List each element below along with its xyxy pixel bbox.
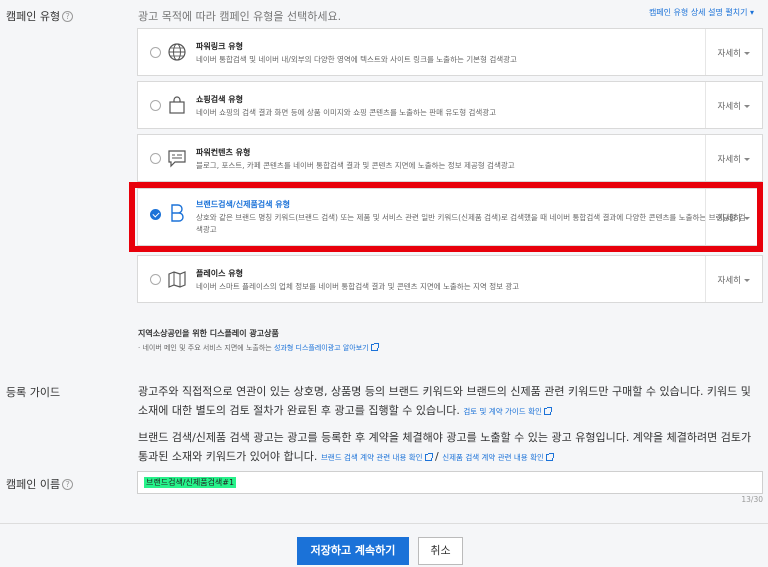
external-link-icon: [545, 453, 554, 461]
radio-place[interactable]: [150, 274, 161, 285]
option-powerlink[interactable]: 파워링크 유형 네이버 통합검색 및 네이버 내/외부의 다양한 영역에 텍스트…: [137, 28, 763, 76]
guide-paragraph-2: 브랜드 검색/신제품 검색 광고는 광고를 등록한 후 계약을 체결해야 광고를…: [138, 431, 752, 463]
campaign-name-label: 캠페인 이름?: [6, 476, 74, 492]
option-title: 쇼핑검색 유형: [196, 95, 243, 104]
map-icon: [168, 271, 186, 288]
guide-paragraph-1: 광고주와 직접적으로 연관이 있는 상호명, 상품명 등의 브랜드 키워드와 브…: [138, 385, 751, 417]
help-icon[interactable]: ?: [62, 11, 74, 22]
external-link-icon: [370, 343, 379, 351]
campaign-type-label: 캠페인 유형?: [6, 8, 74, 24]
option-powercontents[interactable]: 파워컨텐츠 유형 블로그, 포스트, 카페 콘텐츠를 네이버 통합검색 결과 및…: [137, 134, 763, 182]
local-display-desc: · 네이버 메인 및 주요 서비스 지면에 노출하는 성과형 디스플레이광고 알…: [138, 343, 379, 353]
char-counter: 13/30: [741, 495, 763, 504]
external-link-icon: [543, 407, 552, 415]
cancel-button[interactable]: 취소: [418, 537, 463, 565]
radio-powerlink[interactable]: [150, 47, 161, 58]
option-title: 플레이스 유형: [196, 269, 243, 278]
campaign-name-value: 브랜드검색/신제품검색#1: [144, 477, 237, 488]
save-continue-button[interactable]: 저장하고 계속하기: [297, 537, 409, 565]
chevron-down-icon: ▾: [749, 8, 754, 17]
more-button[interactable]: 자세히: [718, 274, 750, 286]
option-title: 파워링크 유형: [196, 42, 243, 51]
selection-highlight-box: [129, 182, 763, 252]
shopping-bag-icon: [169, 96, 185, 114]
display-ad-link[interactable]: 성과형 디스플레이광고 알아보기: [274, 343, 379, 352]
more-button[interactable]: 자세히: [718, 100, 750, 112]
brand-contract-link[interactable]: 브랜드 검색 계약 관련 내용 확인: [321, 453, 433, 462]
external-link-icon: [424, 453, 433, 461]
more-button[interactable]: 자세히: [718, 153, 750, 165]
local-display-title: 지역소상공인을 위한 디스플레이 광고상품: [138, 329, 279, 338]
option-place[interactable]: 플레이스 유형 네이버 스마트 플레이스의 업체 정보를 네이버 통합검색 결과…: [137, 255, 763, 303]
more-button[interactable]: 자세히: [718, 47, 750, 59]
globe-icon: [168, 43, 186, 61]
radio-powercontents[interactable]: [150, 153, 161, 164]
option-desc: 네이버 스마트 플레이스의 업체 정보를 네이버 통합검색 결과 및 콘텐츠 지…: [196, 282, 520, 291]
option-desc: 네이버 통합검색 및 네이버 내/외부의 다양한 영역에 텍스트와 사이트 링크…: [196, 55, 517, 64]
option-title: 파워컨텐츠 유형: [196, 148, 251, 157]
detail-expand-link[interactable]: 캠페인 유형 상세 설명 펼치기 ▾: [649, 7, 754, 18]
option-shopping[interactable]: 쇼핑검색 유형 네이버 쇼핑의 검색 결과 화면 등에 상품 이미지와 쇼핑 콘…: [137, 81, 763, 129]
review-guide-link[interactable]: 검토 및 계약 가이드 확인: [463, 407, 552, 416]
campaign-name-input[interactable]: 브랜드검색/신제품검색#1: [137, 471, 763, 494]
campaign-type-hint: 광고 목적에 따라 캠페인 유형을 선택하세요.: [138, 10, 342, 23]
help-icon[interactable]: ?: [62, 479, 74, 490]
newproduct-contract-link[interactable]: 신제품 검색 계약 관련 내용 확인: [442, 453, 554, 462]
option-desc: 네이버 쇼핑의 검색 결과 화면 등에 상품 이미지와 쇼핑 콘텐츠를 노출하는…: [196, 108, 497, 117]
content-bubble-icon: [168, 150, 186, 168]
guide-label: 등록 가이드: [6, 386, 61, 399]
radio-shopping[interactable]: [150, 100, 161, 111]
option-desc: 블로그, 포스트, 카페 콘텐츠를 네이버 통합검색 결과 및 콘텐츠 지면에 …: [196, 161, 515, 170]
